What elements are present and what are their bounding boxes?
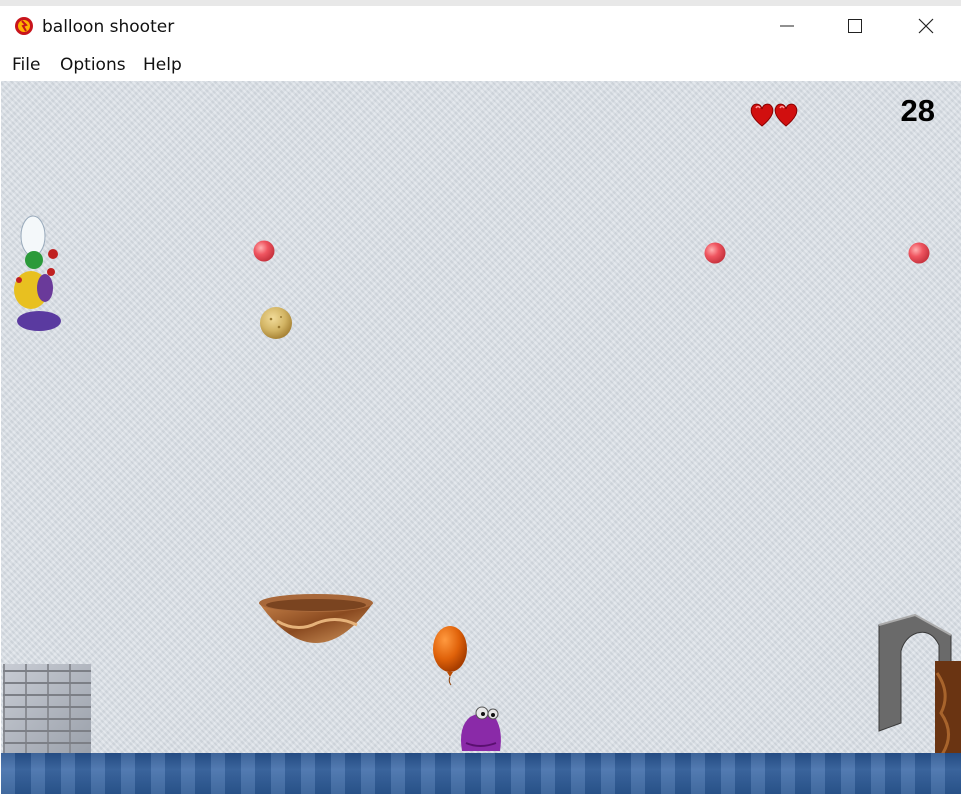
game-canvas[interactable]: 28	[1, 81, 961, 794]
heart-icon	[774, 103, 798, 127]
maximize-icon	[848, 19, 862, 33]
lives-indicator	[749, 102, 801, 133]
close-icon	[918, 18, 934, 34]
wooden-bowl[interactable]	[257, 593, 375, 657]
minimize-button[interactable]	[757, 6, 817, 46]
title-bar: balloon shooter	[0, 6, 961, 48]
target-dot[interactable]	[252, 239, 276, 263]
menu-options[interactable]: Options	[60, 55, 126, 75]
maximize-button[interactable]	[825, 6, 885, 46]
target-dot[interactable]	[907, 241, 931, 265]
window-title: balloon shooter	[42, 17, 175, 37]
app-window: balloon shooter File Options Help 28	[0, 6, 961, 794]
purple-blob-player[interactable]	[456, 701, 506, 756]
orange-balloon[interactable]	[430, 625, 470, 687]
clown-shooter[interactable]	[9, 214, 67, 334]
gold-ball[interactable]	[259, 306, 293, 340]
heart-icon	[750, 103, 774, 127]
brick-wall	[3, 664, 91, 756]
app-icon	[15, 17, 33, 35]
water	[1, 753, 961, 794]
target-dot[interactable]	[703, 241, 727, 265]
menu-file[interactable]: File	[12, 55, 40, 75]
close-button[interactable]	[896, 6, 956, 46]
menu-bar: File Options Help	[0, 50, 961, 80]
score-display: 28	[900, 93, 935, 128]
menu-help[interactable]: Help	[143, 55, 182, 75]
minimize-icon	[780, 25, 794, 27]
